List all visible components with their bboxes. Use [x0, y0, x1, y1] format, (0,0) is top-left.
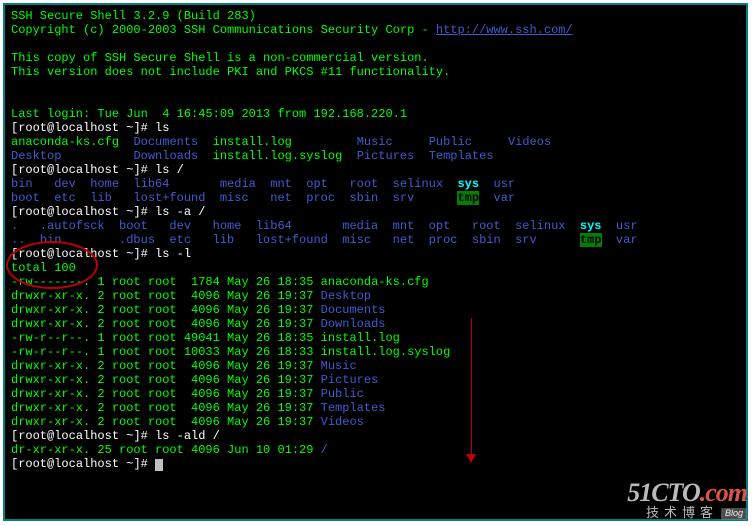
ls-a-root-row2: .. bin .dbus etc lib lost+found misc net…	[11, 233, 740, 247]
ls-l-row: drwxr-xr-x. 2 root root 4096 May 26 19:3…	[11, 373, 740, 387]
ls-l-total: total 100	[11, 261, 740, 275]
header-line-2: Copyright (c) 2000-2003 SSH Communicatio…	[11, 23, 740, 37]
blank-line	[11, 93, 740, 107]
prompt-ls-ald: [root@localhost ~]# ls -ald /	[11, 429, 740, 443]
ls-l-row: drwxr-xr-x. 2 root root 4096 May 26 19:3…	[11, 415, 740, 429]
notice-2: This version does not include PKI and PK…	[11, 65, 740, 79]
ls-home-row2: Desktop Downloads install.log.syslog Pic…	[11, 149, 740, 163]
url-link[interactable]: http://www.ssh.com/	[436, 23, 573, 37]
ls-root-row1: bin dev home lib64 media mnt opt root se…	[11, 177, 740, 191]
prompt-ls-l: [root@localhost ~]# ls -l	[11, 247, 740, 261]
ls-l-row: drwxr-xr-x. 2 root root 4096 May 26 19:3…	[11, 317, 740, 331]
prompt-ls: [root@localhost ~]# ls	[11, 121, 740, 135]
blank-line	[11, 79, 740, 93]
ls-root-row2: boot etc lib lost+found misc net proc sb…	[11, 191, 740, 205]
ls-l-row: drwxr-xr-x. 2 root root 4096 May 26 19:3…	[11, 303, 740, 317]
prompt-cursor[interactable]: [root@localhost ~]#	[11, 457, 740, 471]
last-login: Last login: Tue Jun 4 16:45:09 2013 from…	[11, 107, 740, 121]
ls-home-row1: anaconda-ks.cfg Documents install.log Mu…	[11, 135, 740, 149]
notice-1: This copy of SSH Secure Shell is a non-c…	[11, 51, 740, 65]
prompt-ls-a-root: [root@localhost ~]# ls -a /	[11, 205, 740, 219]
ls-l-row: -rw-r--r--. 1 root root 10033 May 26 18:…	[11, 345, 740, 359]
ls-l-row: -rw-r--r--. 1 root root 49041 May 26 18:…	[11, 331, 740, 345]
header-line-1: SSH Secure Shell 3.2.9 (Build 283)	[11, 9, 740, 23]
ls-l-row: drwxr-xr-x. 2 root root 4096 May 26 19:3…	[11, 289, 740, 303]
ls-a-root-row1: . .autofsck boot dev home lib64 media mn…	[11, 219, 740, 233]
ls-l-row: drwxr-xr-x. 2 root root 4096 May 26 19:3…	[11, 359, 740, 373]
cursor-icon	[155, 459, 163, 471]
terminal-window[interactable]: SSH Secure Shell 3.2.9 (Build 283) Copyr…	[3, 3, 748, 521]
ls-l-row: drwxr-xr-x. 2 root root 4096 May 26 19:3…	[11, 401, 740, 415]
prompt-ls-root: [root@localhost ~]# ls /	[11, 163, 740, 177]
ls-ald-row: dr-xr-xr-x. 25 root root 4096 Jun 10 01:…	[11, 443, 740, 457]
ls-l-row: -rw-------. 1 root root 1784 May 26 18:3…	[11, 275, 740, 289]
ls-l-row: drwxr-xr-x. 2 root root 4096 May 26 19:3…	[11, 387, 740, 401]
blank-line	[11, 37, 740, 51]
